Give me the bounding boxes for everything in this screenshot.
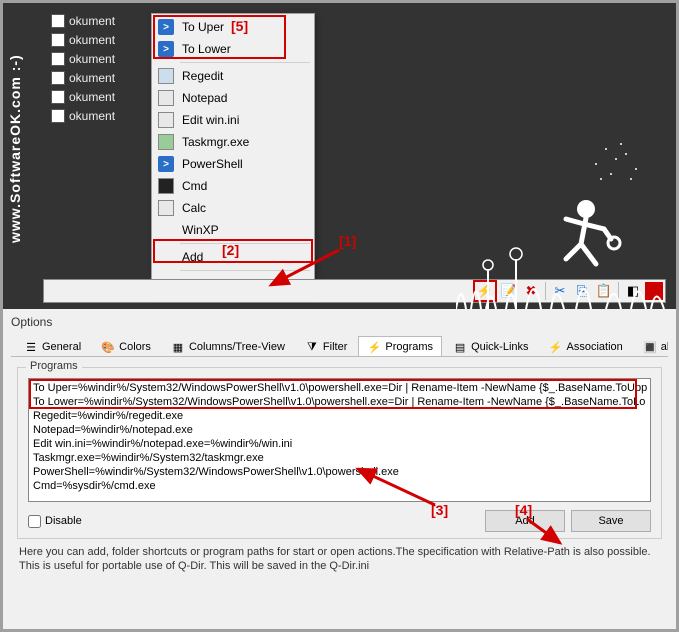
tab-association[interactable]: ⚡Association: [540, 336, 632, 357]
menu-item-notepad[interactable]: Notepad: [154, 87, 312, 109]
file-icon: [51, 33, 65, 47]
menu-item-add[interactable]: Add: [154, 246, 312, 268]
notepad-icon: [158, 90, 174, 106]
cut-icon[interactable]: ✂: [550, 281, 570, 301]
general-icon: ☰: [24, 340, 38, 354]
powershell-icon: >: [158, 156, 174, 172]
quicklinks-icon: ▤: [453, 340, 467, 354]
tab-colors[interactable]: 🎨Colors: [92, 336, 160, 357]
tab-filter[interactable]: ⧩Filter: [296, 336, 356, 357]
list-item[interactable]: okument: [51, 68, 115, 87]
programs-listbox[interactable]: To Uper=%windir%/System32/WindowsPowerSh…: [28, 378, 651, 502]
list-line[interactable]: Edit win.ini=%windir%/notepad.exe=%windi…: [33, 437, 646, 451]
delete-icon[interactable]: ✖: [521, 281, 541, 301]
view-icon[interactable]: ◧: [623, 281, 643, 301]
list-line[interactable]: Regedit=%windir%/regedit.exe: [33, 409, 646, 423]
list-line[interactable]: Cmd=%sysdir%/cmd.exe: [33, 479, 646, 493]
paste-icon[interactable]: 📋: [594, 281, 614, 301]
group-label: Programs: [26, 360, 82, 372]
save-button[interactable]: Save: [571, 510, 651, 532]
menu-separator: [180, 270, 310, 271]
powershell-icon: >: [158, 19, 174, 35]
list-line[interactable]: To Lower=%windir%/System32/WindowsPowerS…: [33, 395, 646, 409]
upper-panel: www.SoftwareOK.com :-) okument okument o…: [3, 3, 676, 309]
menu-item-calc[interactable]: Calc: [154, 197, 312, 219]
context-menu: >To Uper >To Lower Regedit Notepad Edit …: [151, 13, 315, 298]
rename-icon[interactable]: 📝: [499, 281, 519, 301]
toolbar: ⚡ 📝 ✖ ✂ ⎘ 📋 ◧: [43, 279, 666, 303]
list-item[interactable]: okument: [51, 87, 115, 106]
menu-item-to-upper[interactable]: >To Uper: [154, 16, 312, 38]
list-line[interactable]: Notepad=%windir%/notepad.exe: [33, 423, 646, 437]
regedit-icon: [158, 68, 174, 84]
add-button[interactable]: Add: [485, 510, 565, 532]
options-panel: Options ☰General 🎨Colors ▦Columns/Tree-V…: [3, 309, 676, 629]
document-list: okument okument okument okument okument …: [51, 11, 115, 125]
file-icon: [51, 109, 65, 123]
options-title: Options: [11, 315, 668, 329]
menu-item-taskmgr[interactable]: Taskmgr.exe: [154, 131, 312, 153]
association-icon: ⚡: [549, 340, 563, 354]
file-icon: [51, 90, 65, 104]
tab-quicklinks[interactable]: ▤Quick-Links: [444, 336, 537, 357]
menu-item-regedit[interactable]: Regedit: [154, 65, 312, 87]
cmd-icon: [158, 178, 174, 194]
lightning-icon: ⚡: [367, 340, 381, 354]
menu-separator: [180, 243, 310, 244]
menu-item-cmd[interactable]: Cmd: [154, 175, 312, 197]
disable-checkbox-input[interactable]: [28, 515, 41, 528]
calc-icon: [158, 200, 174, 216]
file-icon: [51, 14, 65, 28]
lightning-icon[interactable]: ⚡: [473, 280, 497, 302]
list-item[interactable]: okument: [51, 49, 115, 68]
tab-programs[interactable]: ⚡Programs: [358, 336, 442, 357]
list-item[interactable]: okument: [51, 11, 115, 30]
about-icon: 🔳: [643, 340, 657, 354]
powershell-icon: >: [158, 41, 174, 57]
taskmgr-icon: [158, 134, 174, 150]
list-line[interactable]: To Uper=%windir%/System32/WindowsPowerSh…: [33, 381, 646, 395]
file-icon: [51, 71, 65, 85]
list-line[interactable]: Taskmgr.exe=%windir%/System32/taskmgr.ex…: [33, 451, 646, 465]
list-line[interactable]: PowerShell=%windir%/System32/WindowsPowe…: [33, 465, 646, 479]
disable-checkbox[interactable]: Disable: [28, 515, 82, 528]
menu-item-winxp[interactable]: WinXP: [154, 219, 312, 241]
menu-item-edit-winini[interactable]: Edit win.ini: [154, 109, 312, 131]
options-tabbar: ☰General 🎨Colors ▦Columns/Tree-View ⧩Fil…: [11, 335, 668, 357]
menu-item-powershell[interactable]: >PowerShell: [154, 153, 312, 175]
copy-icon[interactable]: ⎘: [572, 281, 592, 301]
filter-icon: ⧩: [305, 340, 319, 354]
menu-item-to-lower[interactable]: >To Lower: [154, 38, 312, 60]
annotation-label-1: [1]: [339, 233, 356, 249]
list-item[interactable]: okument: [51, 30, 115, 49]
programs-group: Programs To Uper=%windir%/System32/Windo…: [17, 367, 662, 539]
file-icon: [51, 52, 65, 66]
tab-general[interactable]: ☰General: [15, 336, 90, 357]
list-item[interactable]: okument: [51, 106, 115, 125]
tab-about[interactable]: 🔳about Q-Dir ..: [634, 336, 668, 357]
menu-separator: [180, 62, 310, 63]
record-icon[interactable]: [645, 282, 663, 300]
colors-icon: 🎨: [101, 340, 115, 354]
notepad-icon: [158, 112, 174, 128]
help-text: Here you can add, folder shortcuts or pr…: [19, 545, 660, 574]
sidebar-url: www.SoftwareOK.com :-): [7, 9, 23, 289]
columns-icon: ▦: [171, 340, 185, 354]
tab-columns[interactable]: ▦Columns/Tree-View: [162, 336, 294, 357]
